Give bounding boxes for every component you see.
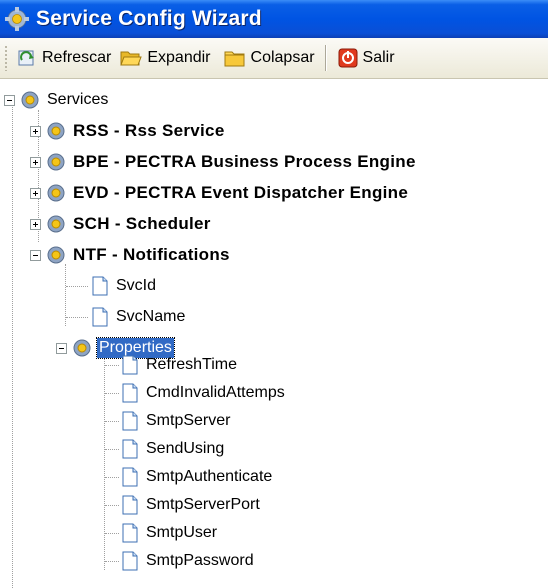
tree-node-service[interactable]: RSS - Rss Service (30, 117, 227, 145)
gear-icon (47, 122, 65, 140)
document-icon (122, 467, 138, 487)
tree-node-label: RSS - Rss Service (73, 121, 225, 140)
tree-line (105, 393, 119, 394)
toolbar-grip[interactable] (4, 45, 8, 71)
title-bar: Service Config Wizard (0, 0, 548, 38)
tree-node-leaf[interactable]: SmtpPassword (120, 547, 256, 575)
tree-node-service[interactable]: BPE - PECTRA Business Process Engine (30, 148, 418, 176)
collapse-toggle[interactable] (56, 342, 67, 354)
tree-node-label: NTF - Notifications (73, 245, 230, 264)
tree-line (105, 533, 119, 534)
gear-icon (73, 339, 91, 357)
power-icon (338, 48, 358, 68)
tree-node-leaf[interactable]: SmtpAuthenticate (120, 463, 274, 491)
tree-node-label: SmtpAuthenticate (146, 468, 273, 485)
tree-node-service[interactable]: EVD - PECTRA Event Dispatcher Engine (30, 179, 410, 207)
tree-line (66, 286, 88, 287)
expand-toggle[interactable] (30, 218, 41, 230)
gear-icon (47, 153, 65, 171)
document-icon (92, 307, 108, 327)
tree-node-label: RefreshTime (146, 356, 237, 373)
tree-node-label: SmtpUser (146, 524, 218, 541)
tree-node-label: CmdInvalidAttemps (146, 384, 285, 401)
tree-node-leaf[interactable]: SvcName (90, 303, 187, 331)
document-icon (122, 355, 138, 375)
tree-node-label: SmtpPassword (146, 552, 254, 569)
collapse-toggle[interactable] (30, 249, 41, 261)
tree-node-services[interactable]: Services (4, 86, 110, 114)
toolbar-separator (324, 45, 327, 71)
tree-node-label: SvcId (116, 277, 157, 294)
gear-icon (5, 7, 29, 31)
expand-toggle[interactable] (30, 125, 41, 137)
document-icon (122, 495, 138, 515)
gear-icon (47, 246, 65, 264)
collapse-button[interactable]: Colapsar (219, 43, 319, 73)
tree-node-leaf[interactable]: SmtpServerPort (120, 491, 262, 519)
document-icon (122, 523, 138, 543)
expand-button[interactable]: Expandir (115, 43, 214, 73)
refresh-button[interactable]: Refrescar (12, 43, 115, 73)
tree-node-label: SvcName (116, 308, 186, 325)
document-icon (122, 551, 138, 571)
tree-node-label: Services (47, 91, 109, 108)
document-icon (122, 439, 138, 459)
document-icon (92, 276, 108, 296)
exit-label: Salir (362, 49, 395, 66)
tree-node-label: SendUsing (146, 440, 225, 457)
window-title: Service Config Wizard (36, 7, 262, 30)
tree-line (104, 342, 105, 570)
folder-icon (224, 51, 245, 67)
exit-button[interactable]: Salir (333, 43, 399, 73)
tree-line (105, 421, 119, 422)
tree-node-leaf[interactable]: SmtpUser (120, 519, 219, 547)
document-icon (122, 383, 138, 403)
tree-node-leaf[interactable]: SmtpServer (120, 407, 232, 435)
document-icon (122, 411, 138, 431)
tree-line (105, 477, 119, 478)
tree-node-label: SmtpServerPort (146, 496, 260, 513)
gear-icon (21, 91, 39, 109)
tree-node-leaf[interactable]: CmdInvalidAttemps (120, 379, 287, 407)
tree-node-service[interactable]: SCH - Scheduler (30, 210, 213, 238)
tree-node-label: SmtpServer (146, 412, 231, 429)
refresh-icon (18, 50, 34, 66)
gear-icon (47, 215, 65, 233)
tree-node-label: BPE - PECTRA Business Process Engine (73, 152, 416, 171)
refresh-label: Refrescar (42, 49, 112, 66)
tree-line (105, 365, 119, 366)
expand-toggle[interactable] (30, 156, 41, 168)
tree-node-leaf[interactable]: RefreshTime (120, 351, 239, 379)
tree-node-label: SCH - Scheduler (73, 214, 211, 233)
tree-line (105, 561, 119, 562)
tree-line (12, 100, 13, 588)
gear-icon (47, 184, 65, 202)
collapse-toggle[interactable] (4, 94, 15, 106)
collapse-label: Colapsar (250, 49, 315, 66)
tree-line (66, 317, 88, 318)
tree-line (105, 449, 119, 450)
toolbar: Refrescar Expandir Colapsar Salir (0, 38, 548, 79)
tree-node-leaf[interactable]: SvcId (90, 272, 158, 300)
tree-line (105, 505, 119, 506)
expand-toggle[interactable] (30, 187, 41, 199)
tree-node-label: EVD - PECTRA Event Dispatcher Engine (73, 183, 409, 202)
expand-label: Expandir (147, 49, 211, 66)
services-tree[interactable]: Services RSS - Rss Service BPE - PECTRA … (0, 86, 548, 588)
tree-node-leaf[interactable]: SendUsing (120, 435, 226, 463)
tree-node-service[interactable]: NTF - Notifications (30, 241, 232, 269)
open-folder-icon (120, 51, 143, 66)
